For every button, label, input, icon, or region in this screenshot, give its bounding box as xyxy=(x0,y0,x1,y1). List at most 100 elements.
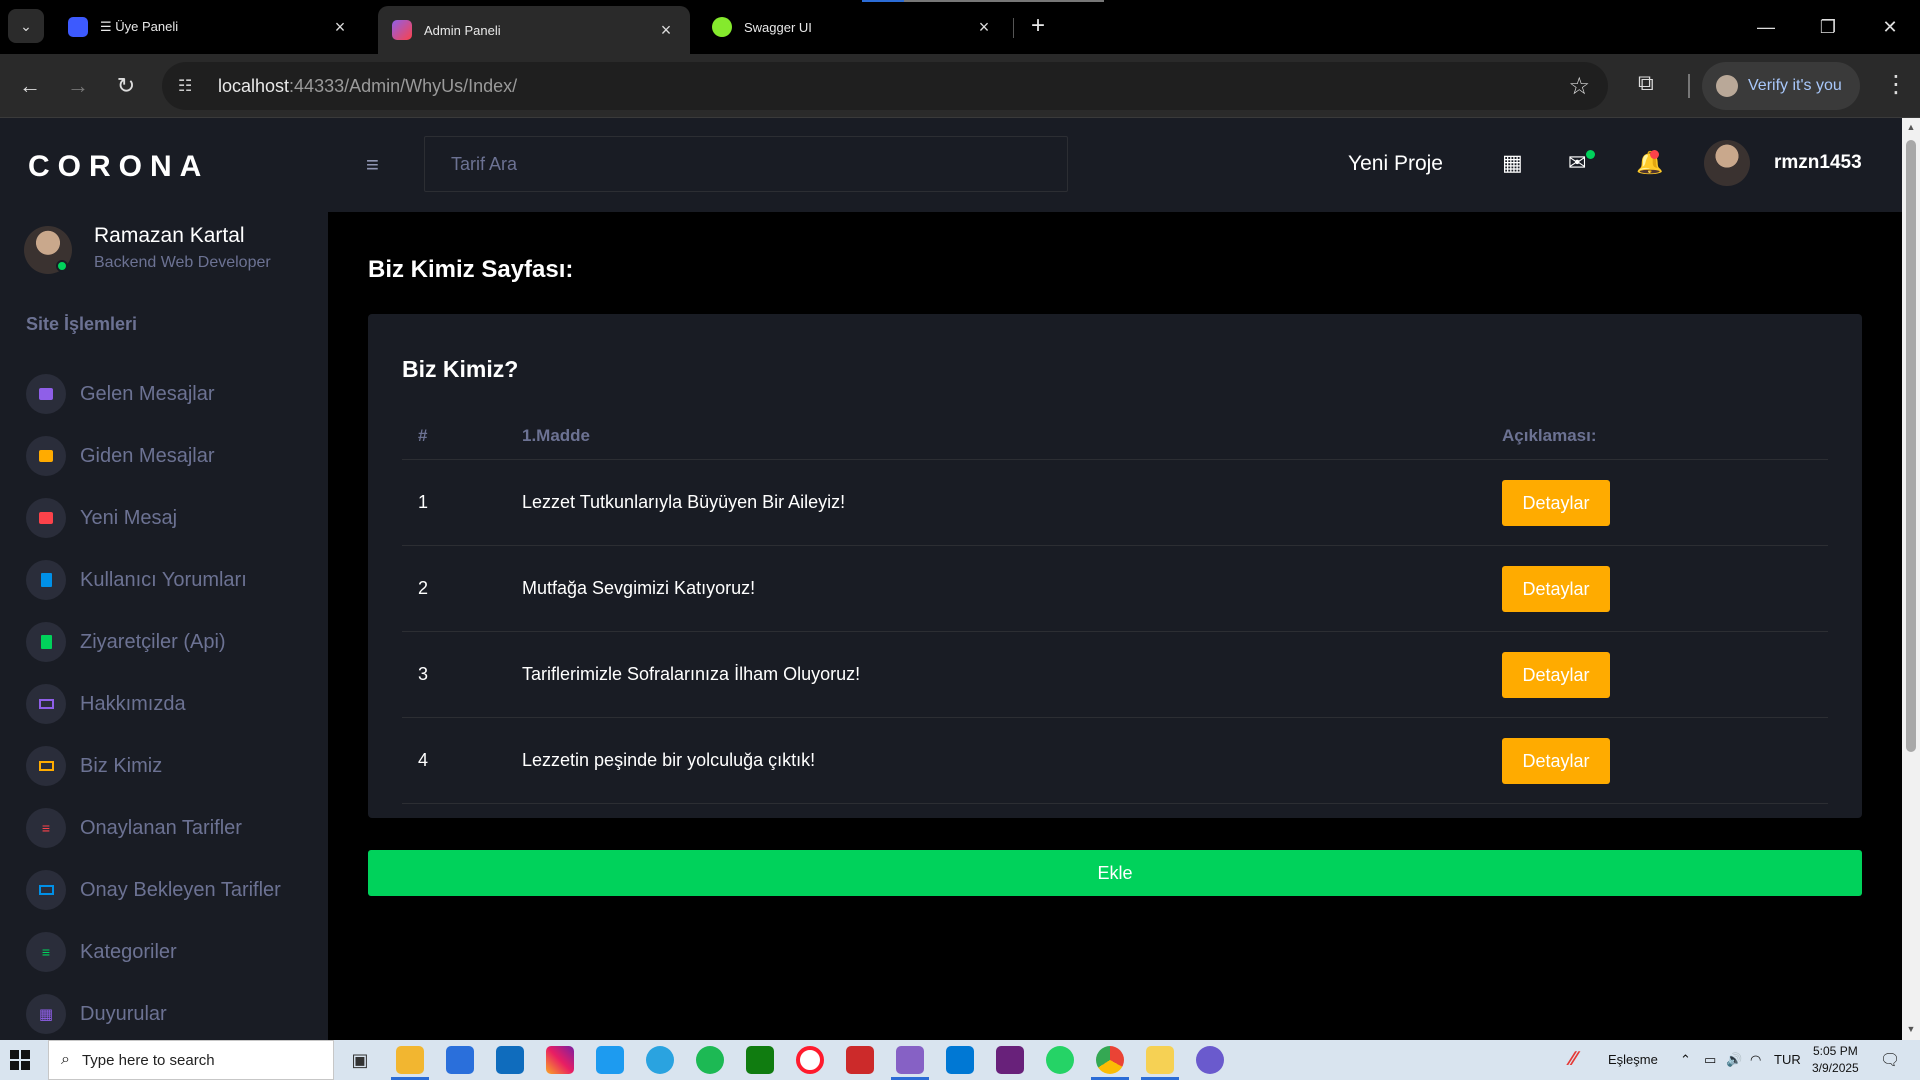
telegram-icon[interactable] xyxy=(646,1046,674,1074)
notifications-icon[interactable]: 🗨 xyxy=(1880,1050,1900,1070)
spotify-icon[interactable] xyxy=(696,1046,724,1074)
visual-studio-icon[interactable] xyxy=(896,1046,924,1074)
new-tab-button[interactable]: + xyxy=(1024,12,1052,40)
tab-loading-track xyxy=(904,0,1104,2)
file-explorer-icon[interactable] xyxy=(396,1046,424,1074)
grid-apps-icon[interactable]: ▦ xyxy=(1502,150,1523,176)
tab-title: Admin Paneli xyxy=(424,22,501,38)
chrome-icon[interactable] xyxy=(1096,1046,1124,1074)
document-icon xyxy=(26,560,66,600)
windows-start-icon[interactable] xyxy=(10,1050,30,1070)
whatsapp-icon[interactable] xyxy=(1046,1046,1074,1074)
sync-app-icon[interactable]: ∕∕ xyxy=(1570,1048,1577,1071)
sidebar-item-biz-kimiz[interactable]: Biz Kimiz xyxy=(26,744,316,788)
address-bar[interactable]: ☷ localhost:44333/Admin/WhyUs/Index/ ☆ xyxy=(162,62,1608,110)
wifi-icon[interactable]: ◠ xyxy=(1750,1052,1761,1068)
document-icon xyxy=(26,622,66,662)
instagram-icon[interactable] xyxy=(546,1046,574,1074)
browser-menu-icon[interactable]: ⋮ xyxy=(1884,70,1908,99)
restore-button[interactable]: ❐ xyxy=(1808,12,1848,42)
taskbar-clock[interactable]: 5:05 PM 3/9/2025 xyxy=(1812,1043,1859,1077)
opera-icon[interactable] xyxy=(796,1046,824,1074)
sidebar-item-label: Duyurular xyxy=(80,1002,167,1025)
column-header-aciklama: Açıklaması: xyxy=(1502,426,1597,445)
web-page: CORONA Ramazan Kartal Backend Web Develo… xyxy=(0,118,1902,1040)
tab-uye-paneli[interactable]: ☰ Üye Paneli × xyxy=(54,6,364,48)
close-icon[interactable]: × xyxy=(656,20,676,41)
vscode-icon[interactable] xyxy=(946,1046,974,1074)
sidebar-item-kategoriler[interactable]: ≡ Kategoriler xyxy=(26,930,316,974)
details-button[interactable]: Detaylar xyxy=(1502,738,1610,784)
username[interactable]: rmzn1453 xyxy=(1774,152,1862,174)
extensions-icon[interactable]: ⧉ xyxy=(1638,70,1654,96)
sync-label[interactable]: Eşleşme xyxy=(1608,1052,1658,1067)
bookmark-star-icon[interactable]: ☆ xyxy=(1568,72,1590,101)
table-icon: ▦ xyxy=(26,994,66,1034)
outlook-icon[interactable] xyxy=(496,1046,524,1074)
close-icon[interactable]: × xyxy=(974,17,994,38)
details-button[interactable]: Detaylar xyxy=(1502,652,1610,698)
scroll-down-icon[interactable]: ▼ xyxy=(1906,1024,1916,1034)
scroll-up-icon[interactable]: ▲ xyxy=(1906,122,1916,132)
playlist-icon: ≡ xyxy=(26,932,66,972)
row-number: 3 xyxy=(418,664,429,684)
tab-title: Swagger UI xyxy=(744,19,812,35)
sidebar-item-kullanici-yorumlari[interactable]: Kullanıcı Yorumları xyxy=(26,558,316,602)
close-icon[interactable]: × xyxy=(330,17,350,38)
minimize-button[interactable]: — xyxy=(1746,12,1786,42)
chevron-up-icon[interactable]: ⌃ xyxy=(1680,1052,1691,1068)
details-button[interactable]: Detaylar xyxy=(1502,566,1610,612)
tab-swagger-ui[interactable]: Swagger UI × xyxy=(698,6,1008,48)
sidebar-item-giden-mesajlar[interactable]: Giden Mesajlar xyxy=(26,434,316,478)
battery-icon[interactable]: ▭ xyxy=(1704,1052,1716,1068)
search-icon: ⌕ xyxy=(61,1051,70,1068)
user-avatar[interactable] xyxy=(1704,140,1750,186)
back-button[interactable]: ← xyxy=(14,70,46,102)
search-input[interactable] xyxy=(424,136,1068,192)
tor-browser-icon[interactable] xyxy=(1196,1046,1224,1074)
sidebar-item-ziyaretciler[interactable]: Ziyaretçiler (Api) xyxy=(26,620,316,664)
hamburger-menu-icon[interactable]: ≡ xyxy=(366,152,379,178)
xbox-icon[interactable] xyxy=(746,1046,774,1074)
reload-button[interactable]: ↻ xyxy=(110,70,142,102)
table-row: 4 Lezzetin peşinde bir yolculuğa çıktık!… xyxy=(402,718,1828,804)
page-scrollbar[interactable]: ▲ ▼ xyxy=(1902,118,1920,1040)
visual-studio-preview-icon[interactable] xyxy=(996,1046,1024,1074)
scrollbar-thumb[interactable] xyxy=(1906,140,1916,752)
brand-logo[interactable]: CORONA xyxy=(28,150,209,184)
chevron-down-icon: ⌄ xyxy=(20,17,32,34)
clock-date: 3/9/2025 xyxy=(1812,1061,1859,1075)
new-project-link[interactable]: Yeni Proje xyxy=(1348,152,1443,176)
sidebar-item-onay-bekleyen-tarifler[interactable]: Onay Bekleyen Tarifler xyxy=(26,868,316,912)
sidebar-section-title: Site İşlemleri xyxy=(26,314,138,334)
sidebar-item-onaylanan-tarifler[interactable]: ≡ Onaylanan Tarifler xyxy=(26,806,316,850)
twitter-icon[interactable] xyxy=(596,1046,624,1074)
tab-search-button[interactable]: ⌄ xyxy=(8,9,44,43)
mail-icon[interactable]: ✉ xyxy=(1568,150,1586,176)
tab-admin-paneli[interactable]: Admin Paneli × xyxy=(378,6,690,54)
tab-separator xyxy=(1013,18,1014,38)
sidebar-item-yeni-mesaj[interactable]: Yeni Mesaj xyxy=(26,496,316,540)
toolbar-divider xyxy=(1688,74,1690,98)
forward-button[interactable]: → xyxy=(62,70,94,102)
task-view-icon[interactable]: ▣ xyxy=(346,1046,374,1074)
site-info-icon[interactable]: ☷ xyxy=(178,76,202,96)
tab-loading-indicator xyxy=(862,0,904,2)
url-text: localhost:44333/Admin/WhyUs/Index/ xyxy=(218,75,518,96)
sidebar-item-gelen-mesajlar[interactable]: Gelen Mesajlar xyxy=(26,372,316,416)
app-icon[interactable] xyxy=(846,1046,874,1074)
laptop-icon xyxy=(26,746,66,786)
paint-icon[interactable] xyxy=(1146,1046,1174,1074)
volume-icon[interactable]: 🔊 xyxy=(1726,1052,1742,1068)
page-title: Biz Kimiz Sayfası: xyxy=(368,256,574,283)
details-button[interactable]: Detaylar xyxy=(1502,480,1610,526)
verify-profile-button[interactable]: Verify it's you xyxy=(1702,62,1860,110)
site-favicon-icon xyxy=(392,20,412,40)
sidebar-item-hakkimizda[interactable]: Hakkımızda xyxy=(26,682,316,726)
language-indicator[interactable]: TUR xyxy=(1774,1052,1801,1067)
taskbar-search-box[interactable]: ⌕ Type here to search xyxy=(48,1040,334,1080)
store-icon[interactable] xyxy=(446,1046,474,1074)
window-close-button[interactable]: ✕ xyxy=(1870,12,1910,42)
add-button[interactable]: Ekle xyxy=(368,850,1862,896)
sidebar-item-duyurular[interactable]: ▦ Duyurular xyxy=(26,992,316,1036)
